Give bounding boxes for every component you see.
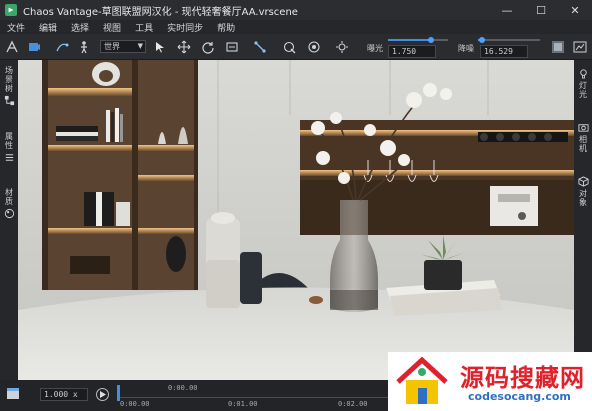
person-icon[interactable] xyxy=(76,39,92,55)
close-button[interactable]: ✕ xyxy=(558,0,592,20)
properties-icon xyxy=(5,154,13,161)
tab-material-label: 材质 xyxy=(4,188,14,206)
tab-objects-label: 对象 xyxy=(578,189,588,207)
tab-lights-label: 灯光 xyxy=(578,81,588,99)
walk-camera-icon[interactable] xyxy=(26,39,42,55)
menu-live-sync[interactable]: 实时同步 xyxy=(160,21,210,34)
site-watermark: 源码搜藏网 codesocang.com xyxy=(388,352,592,411)
timeline-tick-2: 0:02.00 xyxy=(338,400,368,408)
exposure-slider[interactable] xyxy=(388,37,448,43)
tab-material[interactable]: 材质 xyxy=(0,188,18,221)
coordinate-space-value: 世界 xyxy=(104,42,120,51)
chevron-down-icon: ▼ xyxy=(137,42,143,50)
rotate-icon[interactable] xyxy=(200,39,216,55)
timeline-tick-1: 0:01.00 xyxy=(228,400,258,408)
denoise-value[interactable]: 16.529 xyxy=(480,45,528,58)
object-icon xyxy=(577,176,589,187)
scene-tree-icon xyxy=(4,95,14,106)
current-time-label: 0:00.00 xyxy=(168,384,198,392)
material-icon xyxy=(4,208,14,219)
window-title: Chaos Vantage-草图联盟网汉化 - 现代轻奢餐厅AA.vrscene xyxy=(23,6,298,18)
play-icon xyxy=(100,391,106,398)
tab-camera[interactable]: 相机 xyxy=(574,120,592,153)
menu-select[interactable]: 选择 xyxy=(64,21,96,34)
timeline-playhead[interactable] xyxy=(117,385,120,401)
navigate-icon[interactable] xyxy=(4,39,20,55)
title-bar: Chaos Vantage-草图联盟网汉化 - 现代轻奢餐厅AA.vrscene… xyxy=(0,0,592,20)
move-icon[interactable] xyxy=(176,39,192,55)
exposure-value[interactable]: 1.750 xyxy=(388,45,436,58)
menu-edit[interactable]: 编辑 xyxy=(32,21,64,34)
play-button[interactable] xyxy=(96,388,109,401)
exposure-slider-fill xyxy=(388,39,431,41)
menu-tools[interactable]: 工具 xyxy=(128,21,160,34)
tab-scene-tree-label: 场景树 xyxy=(4,66,14,93)
minimize-button[interactable]: — xyxy=(490,0,524,20)
tab-properties[interactable]: 属性 xyxy=(0,132,18,165)
timeline-track[interactable] xyxy=(118,397,388,398)
exposure-label: 曝光 xyxy=(367,44,383,53)
toolbar: 世界 ▼ 曝光 1.750 降噪 16.529 xyxy=(0,34,592,60)
left-side-panel: 场景树 属性 材质 xyxy=(0,60,18,380)
snapshot-icon[interactable] xyxy=(550,39,566,55)
coordinate-space-select[interactable]: 世界 ▼ xyxy=(100,40,146,53)
timeline-tick-0: 0:00.00 xyxy=(120,400,150,408)
right-side-panel: 灯光 相机 对象 xyxy=(574,60,592,380)
menu-view[interactable]: 视图 xyxy=(96,21,128,34)
sync-icon[interactable] xyxy=(224,39,240,55)
denoise-slider[interactable] xyxy=(478,37,540,43)
cursor-icon[interactable] xyxy=(152,39,168,55)
render-icon[interactable] xyxy=(572,39,588,55)
exposure-slider-knob[interactable] xyxy=(428,37,434,43)
tab-camera-label: 相机 xyxy=(578,135,588,153)
watermark-url: codesocang.com xyxy=(468,390,571,403)
camera-icon xyxy=(577,124,589,132)
pick-icon[interactable] xyxy=(252,39,268,55)
path-icon[interactable] xyxy=(54,39,70,55)
menu-file[interactable]: 文件 xyxy=(0,21,32,34)
menu-help[interactable]: 帮助 xyxy=(210,21,242,34)
tab-scene-tree[interactable]: 场景树 xyxy=(0,66,18,108)
tab-properties-label: 属性 xyxy=(4,132,14,150)
playback-speed-field[interactable]: 1.000 x xyxy=(40,388,88,401)
maximize-button[interactable]: ☐ xyxy=(524,0,558,20)
app-logo-icon xyxy=(5,4,17,16)
denoise-label: 降噪 xyxy=(458,44,474,53)
tab-lights[interactable]: 灯光 xyxy=(574,66,592,99)
house-logo-icon xyxy=(396,356,448,404)
render-viewport[interactable] xyxy=(18,60,574,380)
lens-icon[interactable] xyxy=(306,39,322,55)
tab-objects[interactable]: 对象 xyxy=(574,174,592,207)
rendered-scene-image xyxy=(18,60,574,380)
denoise-slider-knob[interactable] xyxy=(479,37,485,43)
focus-icon[interactable] xyxy=(334,39,350,55)
watermark-title: 源码搜藏网 xyxy=(460,364,585,392)
material-brush-icon[interactable] xyxy=(282,39,298,55)
film-clapper-icon[interactable] xyxy=(6,386,20,400)
menu-bar: 文件 编辑 选择 视图 工具 实时同步 帮助 xyxy=(0,20,592,34)
light-icon xyxy=(579,69,587,79)
